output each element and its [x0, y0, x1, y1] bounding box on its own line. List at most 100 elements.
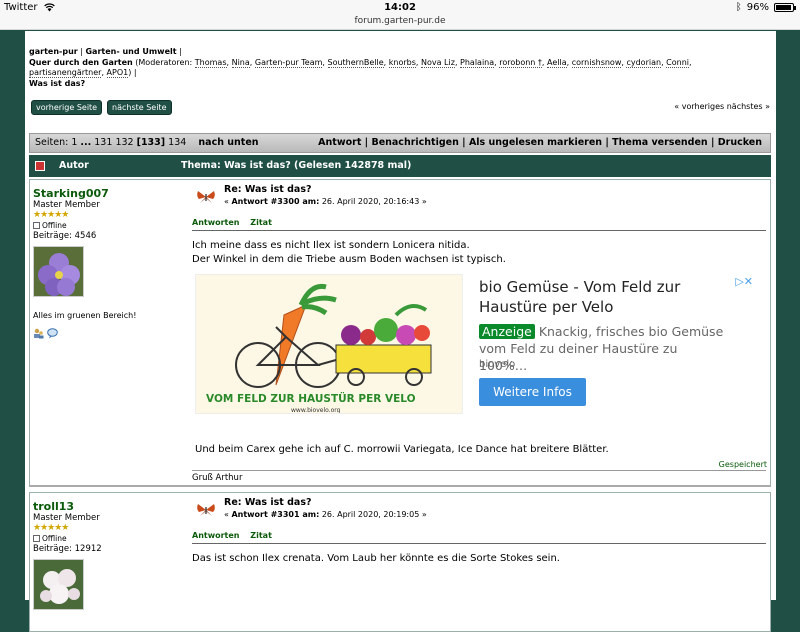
username-link[interactable]: troll13: [33, 500, 183, 513]
thread-action-link[interactable]: Benachrichtigen: [371, 137, 458, 148]
offline-icon: [33, 222, 40, 229]
forum-page: garten-pur | Garten- und Umwelt | Quer d…: [25, 31, 776, 632]
pagination-bar: Seiten: 1 ... 131 132 [133] 134 nach unt…: [29, 133, 771, 153]
post-subject-link[interactable]: Re: Was ist das?: [224, 497, 766, 509]
reply-button[interactable]: Antworten: [192, 218, 240, 227]
saved-label: Gespeichert: [718, 460, 767, 469]
post-3300: Starking007 Master Member ★★★★★ Offline …: [29, 179, 771, 487]
butterfly-icon: [197, 504, 215, 516]
moderator-link[interactable]: Garten-pur Team: [254, 57, 323, 68]
moderator-link[interactable]: Thomas: [194, 57, 227, 68]
moderator-link[interactable]: Phalaina: [460, 57, 495, 68]
moderator-link[interactable]: Conni: [666, 57, 689, 68]
post-author: Starking007 Master Member ★★★★★ Offline …: [33, 187, 183, 339]
post-count: Beiträge: 12912: [33, 544, 102, 554]
next-page-button[interactable]: nächste Seite: [107, 100, 172, 115]
post-header: Re: Was ist das? « Antwort #3301 am: 26.…: [192, 497, 766, 523]
moderator-link[interactable]: SouthernBelle: [327, 57, 384, 68]
online-status: Offline: [33, 534, 183, 543]
moderator-link[interactable]: cornishsnow: [571, 57, 622, 68]
quick-buttons: Antworten Zitat: [192, 218, 766, 231]
ad-image[interactable]: VOM FELD ZUR HAUSTÜR PER VELO www.biovel…: [195, 274, 463, 414]
author-column-header: Autor: [59, 160, 89, 171]
moderator-link[interactable]: Nova Liz: [421, 57, 455, 68]
moderator-link[interactable]: partisanengärtner: [29, 68, 102, 78]
user-action-icons: [33, 328, 183, 339]
rank-stars: ★★★★★: [33, 210, 69, 220]
post-author: troll13 Master Member ★★★★★ Offline Beit…: [33, 500, 183, 610]
user-tagline: Alles im gruenen Bereich!: [33, 311, 137, 320]
prev-next-topic-links[interactable]: « vorheriges nächstes »: [674, 102, 770, 111]
reply-button[interactable]: Antworten: [192, 531, 240, 540]
moderators-label: (Moderatoren:: [135, 57, 193, 67]
post-meta: « Antwort #3301 am: 26. April 2020, 20:1…: [224, 509, 766, 520]
ad-image-caption: VOM FELD ZUR HAUSTÜR PER VELO: [206, 391, 416, 405]
advertisement[interactable]: VOM FELD ZUR HAUSTÜR PER VELO www.biovel…: [195, 274, 755, 416]
page-label[interactable]: Seiten: 1: [35, 137, 77, 148]
moderator-link[interactable]: rorobonn †: [499, 57, 542, 68]
post-date: 26. April 2020, 20:19:05 »: [319, 510, 427, 519]
page-current: [133]: [136, 137, 166, 148]
previous-page-button[interactable]: vorherige Seite: [31, 100, 103, 115]
post-line-3: Und beim Carex gehe ich auf C. morrowii …: [195, 444, 609, 455]
post-subject-link[interactable]: Re: Was ist das?: [224, 184, 766, 196]
signature: Gruß Arthur: [192, 470, 766, 483]
post-count: Beiträge: 4546: [33, 231, 97, 241]
clock: 14:02: [384, 2, 416, 13]
rank-stars: ★★★★★: [33, 523, 69, 533]
post-content: Re: Was ist das? « Antwort #3300 am: 26.…: [192, 184, 766, 267]
moderator-link[interactable]: Aella: [547, 57, 567, 68]
page-ellipsis: ...: [80, 137, 92, 148]
white-flower-avatar-image: [34, 560, 83, 609]
thread-action-link[interactable]: Thema versenden: [612, 137, 708, 148]
ad-cta-button[interactable]: Weitere Infos: [479, 378, 586, 406]
battery-icon: [774, 3, 796, 12]
crumb-current: Was ist das?: [29, 78, 86, 88]
online-status-label: Offline: [42, 221, 67, 230]
avatar[interactable]: [33, 559, 84, 610]
post-date: 26. April 2020, 20:16:43 »: [319, 197, 427, 206]
moderator-link[interactable]: Nina: [231, 57, 250, 68]
moderator-link[interactable]: APO1: [106, 68, 129, 78]
address-bar-url[interactable]: forum.garten-pur.de: [0, 16, 800, 26]
battery-percent: 96%: [746, 2, 769, 13]
quote-button[interactable]: Zitat: [250, 531, 272, 540]
thread-actions: Antwort | Benachrichtigen | Als ungelese…: [318, 137, 762, 148]
profile-icon[interactable]: [33, 328, 44, 339]
avatar[interactable]: [33, 246, 84, 297]
offline-icon: [33, 535, 40, 542]
bluetooth-icon: ᛒ: [735, 2, 742, 13]
crumb-board[interactable]: Garten- und Umwelt: [85, 47, 176, 56]
post-line-1: Ich meine dass es nicht Ilex ist sondern…: [192, 240, 470, 251]
ad-close-icon[interactable]: ▷✕: [735, 275, 753, 288]
user-rank: Master Member: [33, 513, 100, 523]
quote-button[interactable]: Zitat: [250, 218, 272, 227]
quick-buttons: Antworten Zitat: [192, 531, 766, 544]
page-131[interactable]: 131: [94, 137, 112, 148]
reply-number: Antwort #3301 am:: [231, 510, 320, 519]
post-content: Re: Was ist das? « Antwort #3301 am: 26.…: [192, 497, 766, 566]
ad-description[interactable]: Anzeige Knackig, frisches bio Gemüse vom…: [479, 323, 729, 374]
page-132[interactable]: 132: [115, 137, 133, 148]
ios-status-bar: Twitter 14:02 forum.garten-pur.de ᛒ 96%: [0, 0, 800, 30]
jump-down-link[interactable]: nach unten: [198, 137, 258, 148]
ad-source[interactable]: biovelo: [479, 359, 515, 370]
thread-action-link[interactable]: Als ungelesen markieren: [469, 137, 602, 148]
thread-action-link[interactable]: Drucken: [718, 137, 762, 148]
ad-title[interactable]: bio Gemüse - Vom Feld zur Haustüre per V…: [479, 277, 729, 317]
message-bubble-icon[interactable]: [47, 328, 58, 339]
crumb-site[interactable]: garten-pur: [29, 47, 78, 56]
crumb-topic[interactable]: Quer durch den Garten: [29, 58, 133, 67]
book-icon: [35, 161, 45, 171]
moderator-link[interactable]: knorbs: [388, 57, 416, 68]
online-status-label: Offline: [42, 534, 67, 543]
username-link[interactable]: Starking007: [33, 187, 183, 200]
moderator-link[interactable]: cydorian: [626, 57, 662, 68]
post-body: Ich meine dass es nicht Ilex ist sondern…: [192, 239, 766, 267]
ad-image-url: www.biovelo.org: [291, 407, 341, 414]
thread-action-link[interactable]: Antwort: [318, 137, 361, 148]
thread-title: Thema: Was ist das? (Gelesen 142878 mal): [181, 160, 412, 171]
status-right: ᛒ 96%: [735, 2, 796, 13]
page-134[interactable]: 134: [168, 137, 186, 148]
ad-badge: Anzeige: [479, 324, 535, 339]
